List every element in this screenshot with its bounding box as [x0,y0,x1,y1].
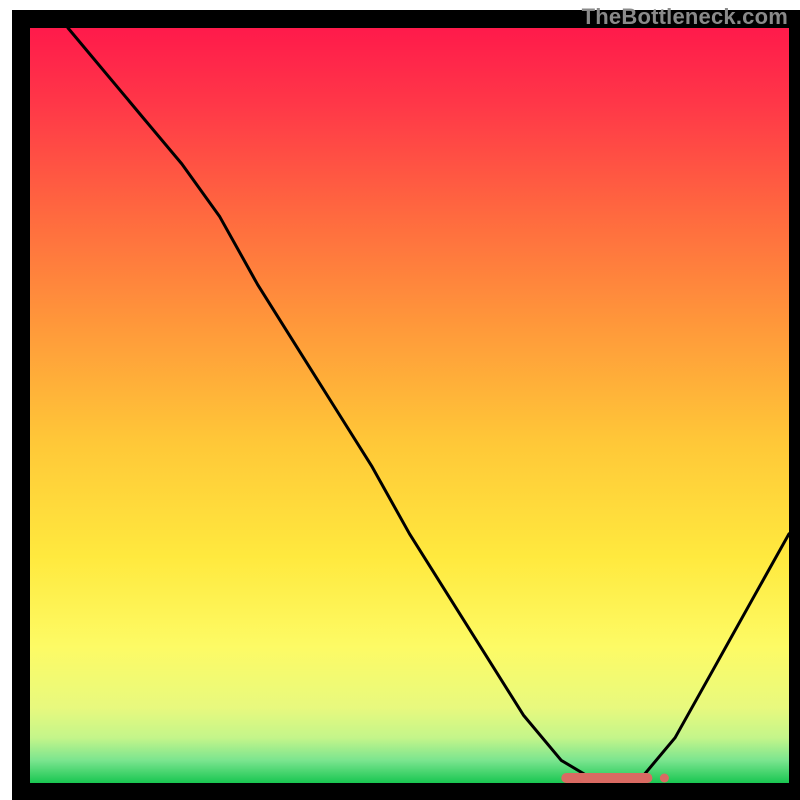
chart-container: TheBottleneck.com [0,0,800,800]
bottleneck-chart [0,0,800,800]
optimal-range-marker-dot [660,774,669,783]
watermark-text: TheBottleneck.com [582,4,788,30]
chart-background [30,28,789,783]
optimal-range-marker [561,773,652,783]
